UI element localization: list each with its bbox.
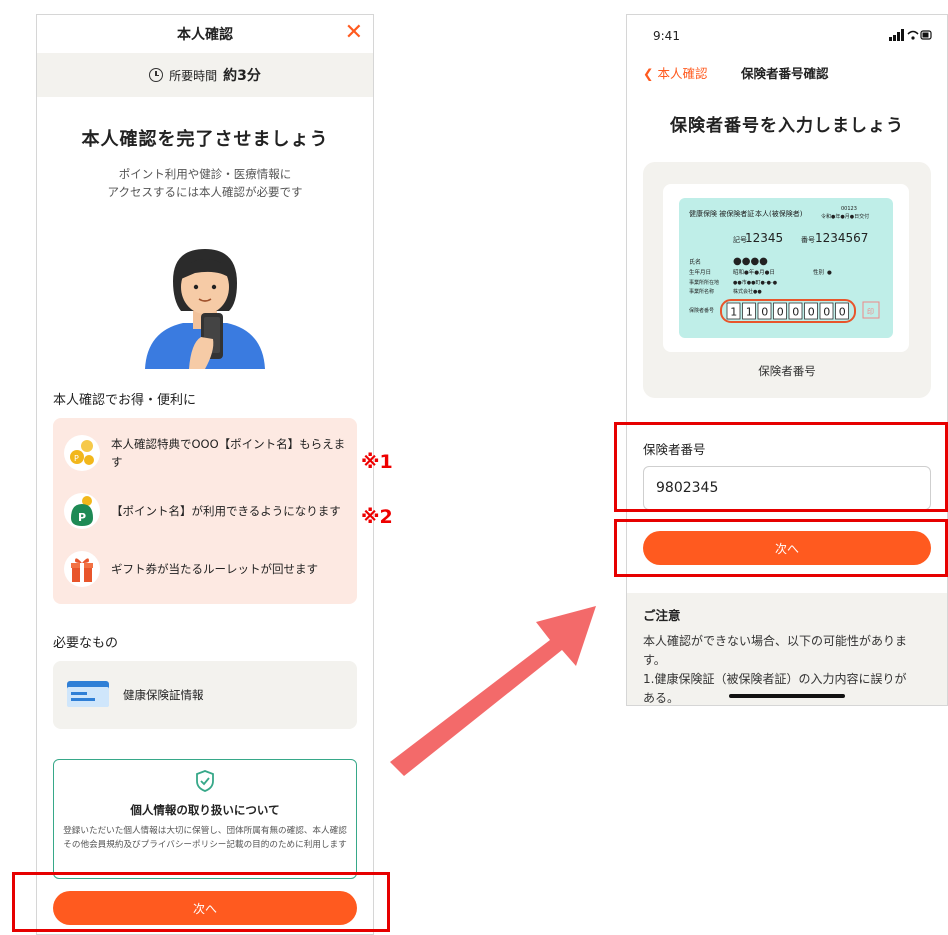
status-time: 9:41 xyxy=(653,29,680,43)
svg-text:事業所所在地: 事業所所在地 xyxy=(689,279,719,286)
highlight-box-next-right xyxy=(614,519,948,577)
caution-notice: ご注意 本人確認ができない場合、以下の可能性がありま す。 1.健康保険証（被保… xyxy=(627,593,947,705)
time-value: 約3分 xyxy=(223,68,261,84)
privacy-title: 個人情報の取り扱いについて xyxy=(130,803,280,817)
svg-text:印: 印 xyxy=(867,308,874,316)
svg-text:●●市●●町●-●-●: ●●市●●町●-●-● xyxy=(733,279,778,286)
svg-text:●: ● xyxy=(827,270,832,276)
svg-text:00123: 00123 xyxy=(841,206,857,212)
page-headline: 本人確認を完了させましょう xyxy=(81,129,329,150)
needs-title: 必要なもの xyxy=(53,636,119,651)
nav-title: 保険者番号確認 xyxy=(741,66,829,81)
digit-text: 1 xyxy=(746,306,753,319)
svg-text:氏名: 氏名 xyxy=(689,258,701,266)
digit-text: 0 xyxy=(777,306,784,319)
subtitle-line-1: ポイント利用や健診・医療情報に xyxy=(118,167,292,181)
list-item: P 本人確認特典でOOO【ポイント名】もらえます xyxy=(63,424,347,482)
point-wallet-icon: P xyxy=(63,492,101,530)
digit-text: 0 xyxy=(808,306,815,319)
back-label: 本人確認 xyxy=(657,66,708,81)
svg-text:P: P xyxy=(78,511,86,524)
highlight-box-input xyxy=(614,422,948,512)
status-bar: 9:41 xyxy=(627,15,947,57)
card-caption: 保険者番号 xyxy=(758,364,816,378)
benefit-text: ギフト券が当たるルーレットが回せます xyxy=(111,562,318,576)
digit-text: 0 xyxy=(823,306,830,319)
svg-text:昭和●年●月●日: 昭和●年●月●日 xyxy=(733,268,775,276)
svg-text:事業所名称: 事業所名称 xyxy=(689,288,714,295)
list-item: P 【ポイント名】が利用できるようになります xyxy=(63,482,347,540)
digit-text: 0 xyxy=(761,306,768,319)
footnote-2: ※2 xyxy=(361,506,393,528)
identity-intro-screen: 本人確認 ✕ 所要時間 約3分 本人確認を完了させましょう ポイント利用や健診・… xyxy=(36,14,374,935)
need-item: 健康保険証情報 xyxy=(53,661,357,729)
privacy-notice: 個人情報の取り扱いについて 登録いただいた個人情報は大切に保管し、団体所属有無の… xyxy=(53,759,357,879)
svg-text:●●●●: ●●●● xyxy=(733,256,768,267)
footnote-1: ※1 xyxy=(361,451,393,473)
shield-check-icon xyxy=(195,770,215,796)
clock-icon xyxy=(149,68,164,82)
digit-text: 0 xyxy=(792,306,799,319)
svg-text:1234567: 1234567 xyxy=(815,231,868,245)
status-icons xyxy=(889,29,933,44)
benefits-list: P 本人確認特典でOOO【ポイント名】もらえます P 【ポイント名】が利用できる… xyxy=(53,418,357,604)
svg-text:P: P xyxy=(74,454,79,463)
svg-text:番号: 番号 xyxy=(801,236,815,244)
flow-arrow-icon xyxy=(390,606,596,776)
svg-text:健康保険 被保険者証: 健康保険 被保険者証 xyxy=(689,209,754,218)
header: 本人確認 ✕ xyxy=(37,15,373,53)
svg-text:12345: 12345 xyxy=(745,231,783,245)
subtitle-line-2: アクセスするには本人確認が必要です xyxy=(107,185,303,199)
coins-icon: P xyxy=(63,434,101,472)
benefits-title: 本人確認でお得・便利に xyxy=(53,393,197,408)
caution-title: ご注意 xyxy=(643,608,681,623)
insurance-card-image: 健康保険 被保険者証 本人(被保険者) 00123 令和●年●月●日交付 記号 … xyxy=(663,184,909,352)
benefit-text: 【ポイント名】が利用できるようになります xyxy=(111,504,341,518)
person-with-phone-illustration xyxy=(135,239,275,369)
page-title: 保険者番号を入力しましょう xyxy=(670,116,904,136)
insurance-card-icon xyxy=(67,680,109,710)
benefit-text: 本人確認特典でOOO【ポイント名】もらえます xyxy=(111,437,346,469)
signal-wifi-battery-icon xyxy=(889,29,932,41)
nav-bar: ❮ 本人確認 保険者番号確認 xyxy=(627,57,947,87)
need-item-label: 健康保険証情報 xyxy=(123,688,204,702)
svg-text:生年月日: 生年月日 xyxy=(689,268,711,276)
digit-text: 1 xyxy=(730,306,737,319)
home-indicator xyxy=(729,694,845,698)
svg-text:性別: 性別 xyxy=(813,268,824,276)
privacy-text: 登録いただいた個人情報は大切に保管し、団体所属有無の確認、本人確認その他会員規約… xyxy=(63,826,347,850)
chevron-left-icon: ❮ xyxy=(643,66,658,81)
digit-text: 0 xyxy=(839,306,846,319)
svg-text:本人(被保険者): 本人(被保険者) xyxy=(755,209,803,218)
list-item: ギフト券が当たるルーレットが回せます xyxy=(63,540,347,598)
back-link[interactable]: ❮ 本人確認 xyxy=(643,63,707,82)
time-label: 所要時間 xyxy=(169,68,218,83)
svg-text:令和●年●月●日交付: 令和●年●月●日交付 xyxy=(821,213,869,220)
card-example: 健康保険 被保険者証 本人(被保険者) 00123 令和●年●月●日交付 記号 … xyxy=(643,162,931,398)
svg-text:保険者番号: 保険者番号 xyxy=(689,307,714,314)
svg-text:株式会社●●: 株式会社●● xyxy=(733,288,762,295)
insurer-number-screen: 9:41 ❮ 本人確認 保険者番号確認 保険者番号を入力しましょう 健康保険 被… xyxy=(626,14,948,706)
page-subtitle: ポイント利用や健診・医療情報に アクセスするには本人確認が必要です xyxy=(37,165,373,201)
gift-icon xyxy=(63,550,101,588)
highlight-box-next-left xyxy=(12,872,390,932)
time-estimate-bar: 所要時間 約3分 xyxy=(37,53,373,97)
close-icon[interactable]: ✕ xyxy=(345,20,363,46)
header-title: 本人確認 xyxy=(177,27,233,43)
